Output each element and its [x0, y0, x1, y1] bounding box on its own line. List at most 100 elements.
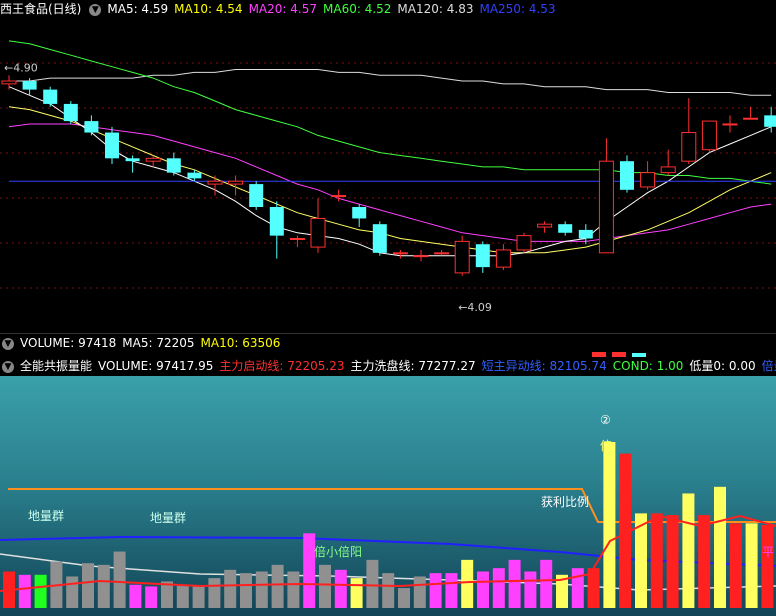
volume-bar [508, 559, 521, 608]
candle [537, 221, 553, 233]
volume-bar [208, 578, 221, 608]
volume-bar [176, 584, 189, 608]
volume-bar [224, 569, 237, 608]
candle [660, 149, 676, 176]
price-chart[interactable]: ←4.90 ←4.09 [0, 18, 776, 333]
candle [1, 75, 17, 90]
candle [743, 106, 759, 120]
indicator-legend-item-2: 主力洗盘线: 77277.27 [350, 359, 476, 373]
candle-body [454, 240, 470, 274]
candle-body [269, 207, 284, 236]
volume-bar [603, 442, 616, 608]
volume-bar [429, 573, 442, 608]
volume-bar [682, 493, 695, 608]
candle-body [145, 157, 161, 162]
indicator-panel[interactable]: 地量群 地量群 倍小倍阳 获利比例 倍 ② 平 [0, 376, 776, 616]
candle-body [372, 224, 387, 253]
candle [289, 235, 305, 248]
indicator-chart[interactable]: 地量群 地量群倍小倍阳 获利比例 倍 ② 平 [0, 376, 776, 616]
candle [475, 241, 490, 273]
candle [372, 221, 387, 256]
candle-body [578, 229, 593, 239]
candle [166, 152, 181, 176]
volume-bar [461, 559, 474, 608]
volume-bar [145, 586, 158, 608]
candle [701, 120, 717, 153]
candle [310, 198, 326, 253]
volume-bar [97, 564, 110, 608]
ma-legend: MA5: 4.59 MA10: 4.54 MA20: 4.57 MA60: 4.52 M… [107, 2, 561, 16]
volume-bar [445, 573, 458, 608]
stock-title: 西王食品(日线) [0, 2, 82, 16]
candle [269, 201, 284, 259]
candle [516, 232, 532, 253]
volume-bar [113, 551, 126, 608]
volume-bar [761, 525, 774, 608]
candle [640, 161, 656, 190]
candle [558, 221, 573, 236]
candle-body [764, 115, 776, 127]
candle [105, 126, 119, 165]
volume-bar [334, 569, 347, 608]
ma-legend-item-5: MA250: 4.53 [479, 2, 556, 16]
ma-legend-item-2: MA20: 4.57 [248, 2, 317, 16]
candle [495, 244, 511, 270]
candle-body [475, 244, 490, 268]
chevron-down-icon[interactable]: ▼ [2, 337, 14, 350]
candle-body [413, 255, 429, 258]
chart-header: 西王食品(日线) ▼ MA5: 4.59 MA10: 4.54 MA20: 4.57 MA… [0, 0, 776, 18]
candle-body [558, 224, 573, 233]
volume-bar [319, 564, 331, 608]
candle-body [22, 81, 37, 90]
candle-body [434, 252, 450, 255]
volume-bar [255, 571, 268, 608]
candle [454, 235, 470, 276]
volume-bar [129, 584, 142, 608]
volume-bar [82, 563, 94, 608]
candle-body [289, 238, 305, 240]
chart-annotation: 地量群 [28, 509, 64, 523]
ma120-line [9, 69, 772, 96]
indicator-legend-item-1: 主力启动线: 72205.23 [219, 359, 345, 373]
ma20-line [8, 123, 772, 242]
candle-body [352, 207, 367, 219]
candle [722, 115, 738, 133]
volume-bar [729, 523, 742, 608]
candle-body [105, 132, 119, 159]
chevron-down-icon[interactable]: ▼ [89, 3, 102, 16]
volume-bar [714, 486, 726, 608]
chart-annotation: 倍 [600, 438, 612, 453]
indicator-legend-item-4: COND: 1.00 [612, 359, 684, 373]
indicator-legend-item-5: 低量0: 0.00 [689, 359, 756, 373]
ma-legend-item-3: MA60: 4.52 [323, 2, 392, 16]
candle [681, 98, 697, 165]
volume-bar [492, 568, 505, 608]
ma-legend-item-4: MA120: 4.83 [397, 2, 474, 16]
volume-header: ▼ VOLUME: 97418 MA5: 72205 MA10: 63506 [0, 333, 776, 352]
candle-body [207, 180, 223, 185]
volume-bar [287, 571, 300, 608]
indicator-legend-item-6: 倍量: 0.00 [761, 359, 776, 373]
candle-body [681, 132, 697, 162]
candle [392, 249, 408, 259]
candle [63, 101, 78, 124]
candle-body [392, 252, 408, 255]
candle-body [743, 117, 759, 120]
candle-body [43, 89, 58, 104]
candle-body [660, 166, 676, 174]
candle-body [620, 161, 634, 190]
volume-bar [524, 571, 537, 608]
volume-bar [271, 564, 284, 608]
candle-body [598, 160, 614, 254]
volume-bar [34, 574, 47, 608]
candle-body [640, 172, 656, 188]
candle-body [516, 235, 532, 251]
chart-annotation: 平 [762, 545, 774, 559]
volume-bar [398, 588, 410, 608]
volume-bar [192, 586, 205, 608]
ma60-line [8, 40, 772, 185]
volume-bar [66, 576, 79, 608]
candle-body [187, 172, 202, 179]
volume-bar [18, 574, 31, 608]
chevron-down-icon[interactable]: ▼ [2, 360, 14, 373]
